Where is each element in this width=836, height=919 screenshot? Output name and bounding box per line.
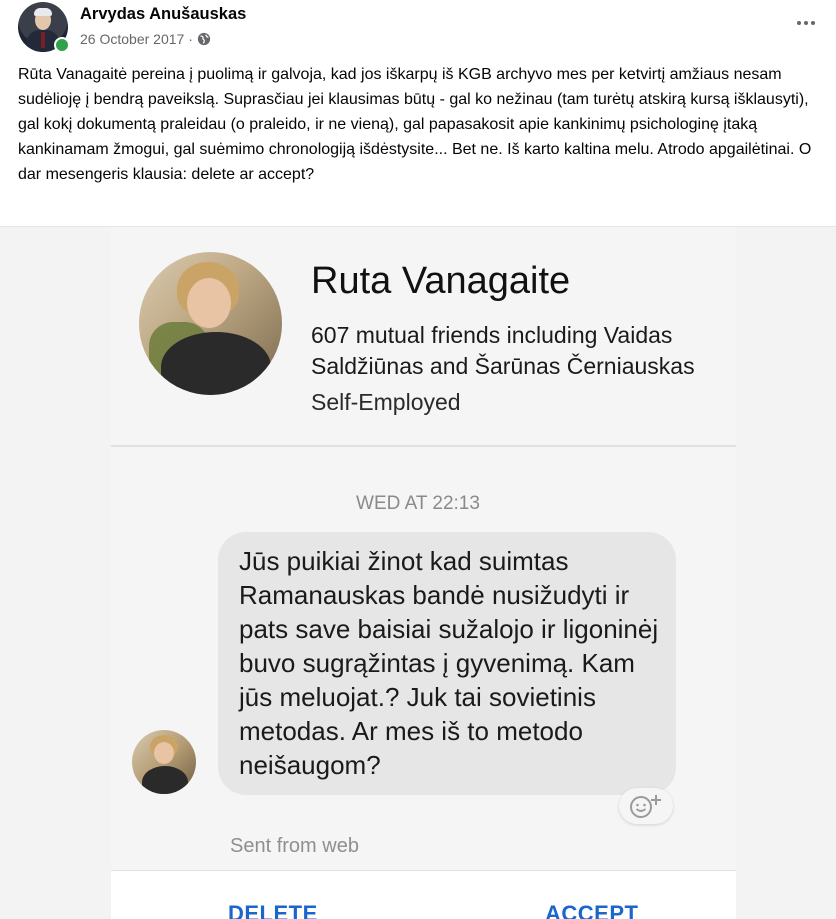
post-image[interactable]: Ruta Vanagaite 607 mutual friends includ… [0,226,836,919]
message-bubble: Jūs puikiai žinot kad suimtas Ramanauska… [218,532,676,795]
post-meta: 26 October 2017 · [80,31,211,47]
photo-body [161,332,271,395]
sender-avatar-face [154,742,174,764]
sender-avatar [132,730,196,794]
avatar-hair [34,8,52,16]
accept-button[interactable]: ACCEPT [545,901,638,919]
photo-face [187,278,231,328]
dot-3 [811,21,815,25]
dot-2 [804,21,808,25]
profile-work: Self-Employed [311,389,461,415]
request-action-bar [111,870,736,919]
post-date[interactable]: 26 October 2017 [80,31,184,47]
sender-avatar-body [142,766,188,794]
dot-1 [797,21,801,25]
post-body: Rūta Vanagaitė pereina į puolimą ir galv… [18,66,812,183]
meta-separator: · [188,31,193,47]
message-text: Jūs puikiai žinot kad suimtas Ramanauska… [239,546,659,780]
globe-icon[interactable] [197,32,211,46]
sent-from-label: Sent from web [230,835,359,857]
post-text: Rūta Vanagaitė pereina į puolimą ir galv… [18,62,823,187]
profile-divider [111,445,736,447]
online-status-dot [54,37,70,53]
more-options-icon[interactable] [792,13,820,33]
profile-name: Ruta Vanagaite [311,260,571,302]
avatar-tie [41,32,45,48]
smiley-plus-icon [630,795,661,818]
post-header: Arvydas Anušauskas 26 October 2017 · [0,0,836,60]
message-timestamp: WED AT 22:13 [356,493,480,514]
add-reaction-icon[interactable] [619,788,673,824]
author-name[interactable]: Arvydas Anušauskas [80,5,246,24]
mutual-friends: 607 mutual friends including Vaidas Sald… [311,322,695,379]
profile-photo [139,252,282,395]
delete-button[interactable]: DELETE [228,901,318,919]
